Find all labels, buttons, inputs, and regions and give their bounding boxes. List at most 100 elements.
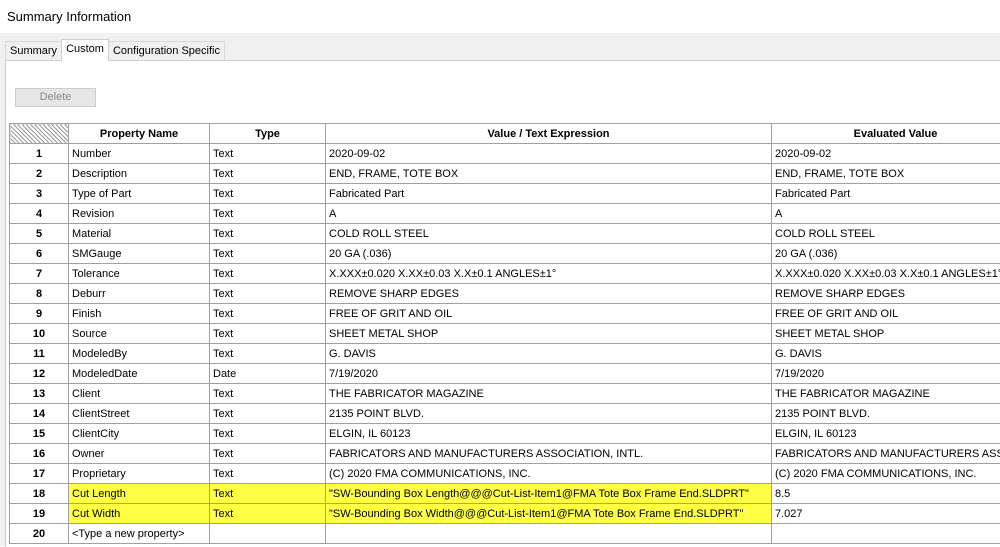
table-row[interactable]: 17ProprietaryText(C) 2020 FMA COMMUNICAT… xyxy=(10,464,1000,484)
cell-type[interactable]: Text xyxy=(210,344,326,364)
tab-summary[interactable]: Summary xyxy=(5,41,62,60)
cell-value-expression[interactable]: Fabricated Part xyxy=(326,184,772,204)
cell-value-expression[interactable]: 20 GA (.036) xyxy=(326,244,772,264)
table-row[interactable]: 18Cut LengthText"SW-Bounding Box Length@… xyxy=(10,484,1000,504)
cell-type[interactable]: Text xyxy=(210,484,326,504)
row-number[interactable]: 7 xyxy=(10,264,69,284)
table-row[interactable]: 13ClientTextTHE FABRICATOR MAGAZINETHE F… xyxy=(10,384,1000,404)
cell-value-expression[interactable]: (C) 2020 FMA COMMUNICATIONS, INC. xyxy=(326,464,772,484)
delete-button[interactable]: Delete xyxy=(15,88,96,107)
tab-configuration-specific[interactable]: Configuration Specific xyxy=(108,41,225,60)
row-number[interactable]: 17 xyxy=(10,464,69,484)
cell-type[interactable]: Text xyxy=(210,324,326,344)
cell-type[interactable]: Text xyxy=(210,224,326,244)
table-row[interactable]: 15ClientCityTextELGIN, IL 60123ELGIN, IL… xyxy=(10,424,1000,444)
cell-value-expression[interactable]: ELGIN, IL 60123 xyxy=(326,424,772,444)
cell-property-name[interactable]: ModeledDate xyxy=(69,364,210,384)
cell-type[interactable]: Text xyxy=(210,284,326,304)
table-row[interactable]: 12ModeledDateDate7/19/20207/19/2020 xyxy=(10,364,1000,384)
row-number[interactable]: 3 xyxy=(10,184,69,204)
cell-property-name[interactable]: Client xyxy=(69,384,210,404)
header-property-name[interactable]: Property Name xyxy=(69,124,210,144)
table-row[interactable]: 10SourceTextSHEET METAL SHOPSHEET METAL … xyxy=(10,324,1000,344)
table-row[interactable]: 6SMGaugeText20 GA (.036)20 GA (.036) xyxy=(10,244,1000,264)
table-row[interactable]: 14ClientStreetText2135 POINT BLVD.2135 P… xyxy=(10,404,1000,424)
cell-property-name[interactable]: ModeledBy xyxy=(69,344,210,364)
cell-value-expression[interactable]: A xyxy=(326,204,772,224)
header-type[interactable]: Type xyxy=(210,124,326,144)
cell-type[interactable]: Text xyxy=(210,304,326,324)
row-number[interactable]: 5 xyxy=(10,224,69,244)
cell-type[interactable] xyxy=(210,524,326,544)
row-number[interactable]: 19 xyxy=(10,504,69,524)
cell-property-name[interactable]: Material xyxy=(69,224,210,244)
row-number[interactable]: 11 xyxy=(10,344,69,364)
cell-type[interactable]: Date xyxy=(210,364,326,384)
cell-property-name[interactable]: Cut Width xyxy=(69,504,210,524)
table-row[interactable]: 20<Type a new property> xyxy=(10,524,1000,544)
table-row[interactable]: 5MaterialTextCOLD ROLL STEELCOLD ROLL ST… xyxy=(10,224,1000,244)
table-row[interactable]: 7ToleranceTextX.XXX±0.020 X.XX±0.03 X.X±… xyxy=(10,264,1000,284)
row-number[interactable]: 2 xyxy=(10,164,69,184)
row-number[interactable]: 14 xyxy=(10,404,69,424)
cell-property-name[interactable]: Deburr xyxy=(69,284,210,304)
cell-type[interactable]: Text xyxy=(210,144,326,164)
cell-value-expression[interactable]: FABRICATORS AND MANUFACTURERS ASSOCIATIO… xyxy=(326,444,772,464)
cell-property-name[interactable]: Tolerance xyxy=(69,264,210,284)
cell-property-name[interactable]: ClientStreet xyxy=(69,404,210,424)
row-number[interactable]: 6 xyxy=(10,244,69,264)
row-number[interactable]: 1 xyxy=(10,144,69,164)
header-value-text-expression[interactable]: Value / Text Expression xyxy=(326,124,772,144)
cell-property-name[interactable]: Type of Part xyxy=(69,184,210,204)
row-number[interactable]: 18 xyxy=(10,484,69,504)
cell-value-expression[interactable]: X.XXX±0.020 X.XX±0.03 X.X±0.1 ANGLES±1° xyxy=(326,264,772,284)
cell-property-name[interactable]: Cut Length xyxy=(69,484,210,504)
cell-property-name[interactable]: Revision xyxy=(69,204,210,224)
cell-type[interactable]: Text xyxy=(210,164,326,184)
select-all-corner[interactable] xyxy=(10,124,69,144)
row-number[interactable]: 8 xyxy=(10,284,69,304)
cell-property-name[interactable]: Finish xyxy=(69,304,210,324)
row-number[interactable]: 12 xyxy=(10,364,69,384)
cell-value-expression[interactable]: THE FABRICATOR MAGAZINE xyxy=(326,384,772,404)
header-evaluated-value[interactable]: Evaluated Value xyxy=(772,124,1000,144)
row-number[interactable]: 20 xyxy=(10,524,69,544)
row-number[interactable]: 10 xyxy=(10,324,69,344)
cell-type[interactable]: Text xyxy=(210,404,326,424)
cell-value-expression[interactable]: "SW-Bounding Box Width@@@Cut-List-Item1@… xyxy=(326,504,772,524)
table-row[interactable]: 11ModeledByTextG. DAVISG. DAVIS xyxy=(10,344,1000,364)
cell-type[interactable]: Text xyxy=(210,504,326,524)
cell-property-name[interactable]: Source xyxy=(69,324,210,344)
cell-property-name[interactable]: Proprietary xyxy=(69,464,210,484)
cell-type[interactable]: Text xyxy=(210,204,326,224)
cell-value-expression[interactable] xyxy=(326,524,772,544)
cell-type[interactable]: Text xyxy=(210,424,326,444)
cell-property-name[interactable]: <Type a new property> xyxy=(69,524,210,544)
table-row[interactable]: 3Type of PartTextFabricated PartFabricat… xyxy=(10,184,1000,204)
cell-value-expression[interactable]: REMOVE SHARP EDGES xyxy=(326,284,772,304)
cell-type[interactable]: Text xyxy=(210,184,326,204)
tab-custom[interactable]: Custom xyxy=(61,39,109,61)
cell-type[interactable]: Text xyxy=(210,244,326,264)
cell-type[interactable]: Text xyxy=(210,384,326,404)
table-row[interactable]: 16OwnerTextFABRICATORS AND MANUFACTURERS… xyxy=(10,444,1000,464)
cell-value-expression[interactable]: 2135 POINT BLVD. xyxy=(326,404,772,424)
cell-value-expression[interactable]: END, FRAME, TOTE BOX xyxy=(326,164,772,184)
cell-property-name[interactable]: ClientCity xyxy=(69,424,210,444)
cell-property-name[interactable]: SMGauge xyxy=(69,244,210,264)
row-number[interactable]: 9 xyxy=(10,304,69,324)
table-row[interactable]: 8DeburrTextREMOVE SHARP EDGESREMOVE SHAR… xyxy=(10,284,1000,304)
table-row[interactable]: 2DescriptionTextEND, FRAME, TOTE BOXEND,… xyxy=(10,164,1000,184)
cell-value-expression[interactable]: COLD ROLL STEEL xyxy=(326,224,772,244)
table-row[interactable]: 4RevisionTextAA xyxy=(10,204,1000,224)
cell-value-expression[interactable]: 2020-09-02 xyxy=(326,144,772,164)
cell-type[interactable]: Text xyxy=(210,264,326,284)
cell-value-expression[interactable]: "SW-Bounding Box Length@@@Cut-List-Item1… xyxy=(326,484,772,504)
cell-property-name[interactable]: Owner xyxy=(69,444,210,464)
cell-type[interactable]: Text xyxy=(210,464,326,484)
table-row[interactable]: 1NumberText2020-09-022020-09-02 xyxy=(10,144,1000,164)
cell-property-name[interactable]: Number xyxy=(69,144,210,164)
table-row[interactable]: 9FinishTextFREE OF GRIT AND OILFREE OF G… xyxy=(10,304,1000,324)
row-number[interactable]: 13 xyxy=(10,384,69,404)
row-number[interactable]: 15 xyxy=(10,424,69,444)
